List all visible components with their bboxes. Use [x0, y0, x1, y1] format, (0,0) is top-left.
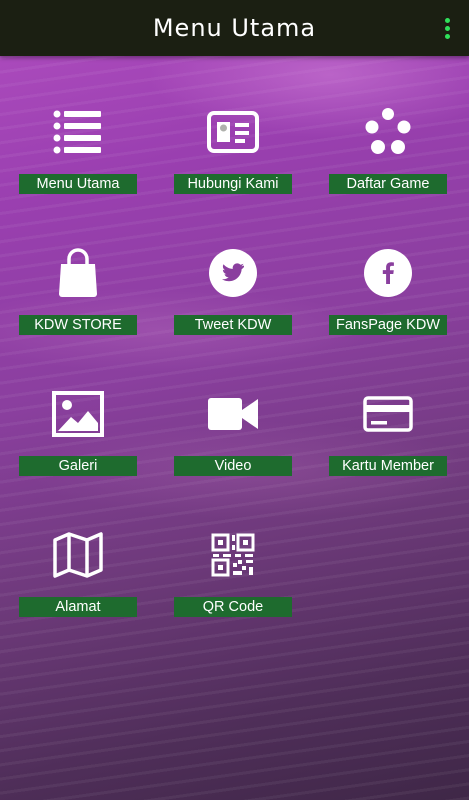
app-title: Menu Utama — [152, 14, 317, 42]
menu-item-label: Tweet KDW — [174, 315, 292, 335]
menu-item-label: Alamat — [19, 597, 137, 617]
menu-item-tweet-kdw[interactable]: Tweet KDW — [174, 247, 292, 347]
menu-item-kartu-member[interactable]: Kartu Member — [329, 388, 447, 488]
overflow-menu-button[interactable] — [435, 12, 459, 44]
menu-item-galeri[interactable]: Galeri — [19, 388, 137, 488]
video-camera-icon — [207, 388, 259, 440]
image-icon — [52, 388, 104, 440]
menu-grid: Menu Utama Hubungi Kami Daftar Game KDW … — [0, 0, 469, 800]
credit-card-icon — [362, 388, 414, 440]
twitter-icon — [207, 247, 259, 299]
menu-item-alamat[interactable]: Alamat — [19, 529, 137, 629]
overflow-dot — [444, 25, 450, 31]
shopping-bag-icon — [52, 247, 104, 299]
menu-item-label: Menu Utama — [19, 174, 137, 194]
menu-item-label: Galeri — [19, 456, 137, 476]
menu-item-label: FansPage KDW — [329, 315, 447, 335]
app-bar: Menu Utama — [0, 0, 469, 56]
menu-item-qr-code[interactable]: QR Code — [174, 529, 292, 629]
menu-item-label: Hubungi Kami — [174, 174, 292, 194]
map-icon — [52, 529, 104, 581]
overflow-dot — [444, 17, 450, 23]
contact-card-icon — [207, 106, 259, 158]
menu-item-menu-utama[interactable]: Menu Utama — [19, 106, 137, 206]
facebook-icon — [362, 247, 414, 299]
menu-item-label: Daftar Game — [329, 174, 447, 194]
menu-item-daftar-game[interactable]: Daftar Game — [329, 106, 447, 206]
menu-item-label: KDW STORE — [19, 315, 137, 335]
loading-dots-icon — [362, 106, 414, 158]
menu-item-label: Video — [174, 456, 292, 476]
list-icon — [52, 106, 104, 158]
menu-item-label: Kartu Member — [329, 456, 447, 476]
menu-item-video[interactable]: Video — [174, 388, 292, 488]
qr-code-icon — [207, 529, 259, 581]
overflow-dot — [444, 33, 450, 39]
menu-item-kdw-store[interactable]: KDW STORE — [19, 247, 137, 347]
menu-item-fanspage-kdw[interactable]: FansPage KDW — [329, 247, 447, 347]
menu-item-label: QR Code — [174, 597, 292, 617]
menu-item-hubungi-kami[interactable]: Hubungi Kami — [174, 106, 292, 206]
